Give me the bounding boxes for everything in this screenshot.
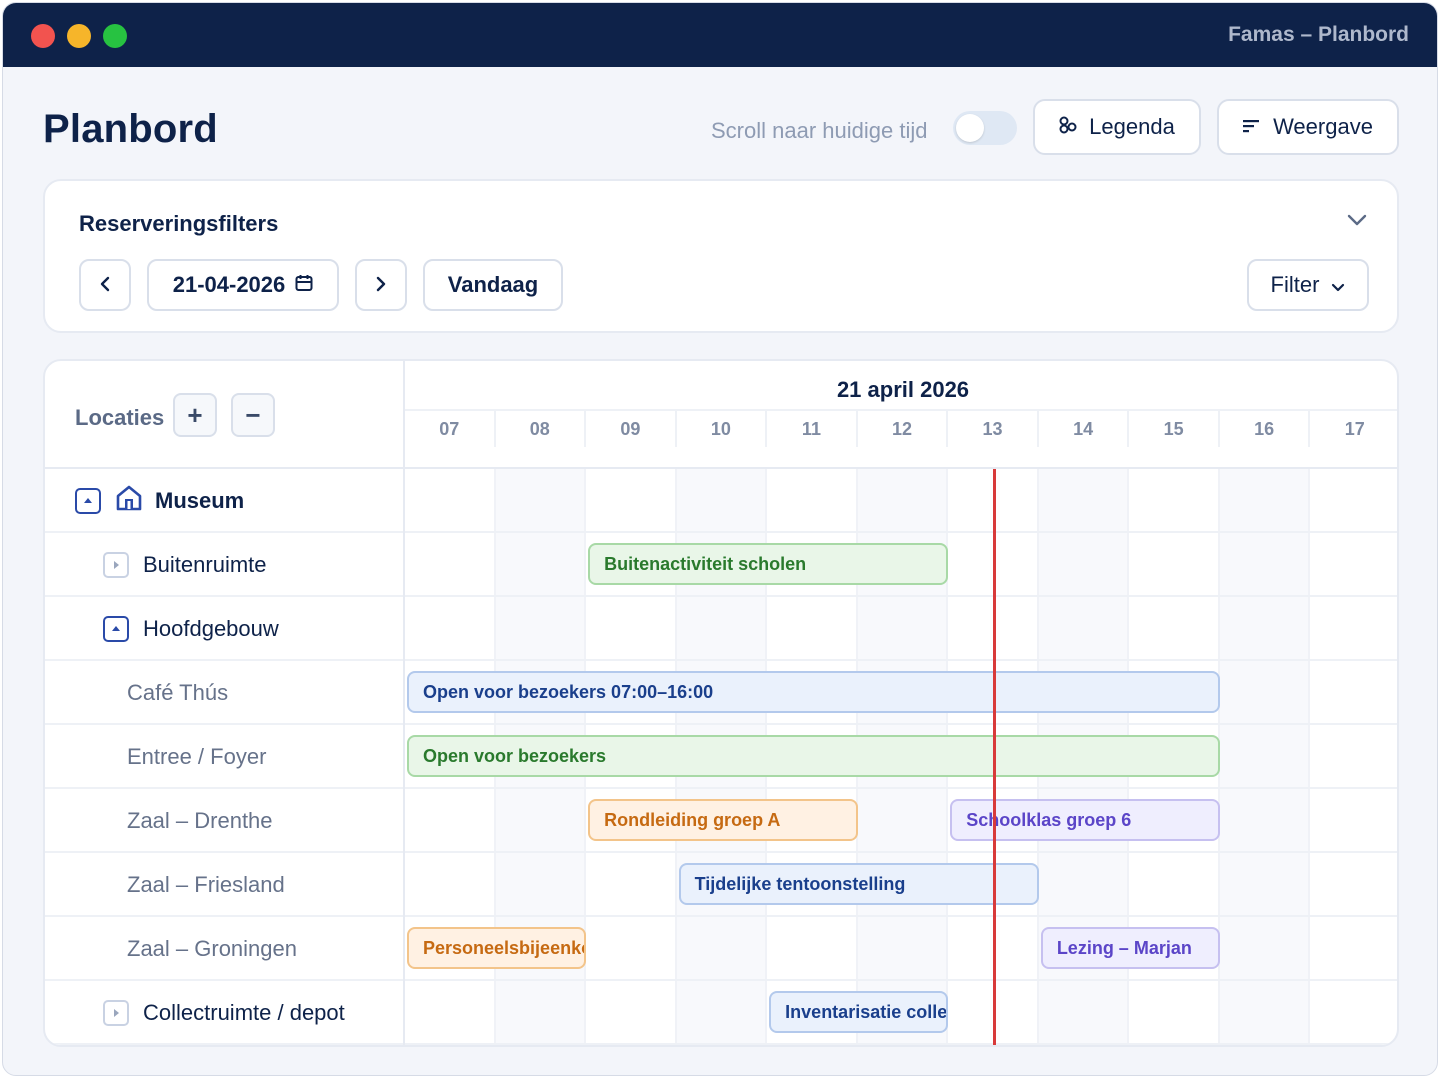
- hour-label: 14: [1039, 411, 1130, 447]
- building-icon: [115, 485, 143, 517]
- timeline-header: 21 april 2026 07 08 09 10 11 12 13 14 15 16 17: [405, 361, 1397, 469]
- location-label: Zaal – Groningen: [45, 917, 405, 981]
- hour-label: 10: [677, 411, 768, 447]
- expand-all-button[interactable]: +: [173, 393, 217, 437]
- hour-label: 07: [405, 411, 496, 447]
- location-label: Museum: [45, 469, 405, 533]
- reservation-event[interactable]: Open voor bezoekers 07:00–16:00: [407, 671, 1220, 713]
- reservation-event[interactable]: Buitenactiviteit scholen: [588, 543, 949, 585]
- location-name: Museum: [155, 488, 245, 513]
- close-window-button[interactable]: [31, 24, 55, 48]
- reservation-filters-panel: Reserveringsfilters 21-04-2026 Vandaag F…: [43, 179, 1399, 333]
- location-name: Collectruimte / depot: [143, 1000, 345, 1025]
- expand-toggle-icon[interactable]: [103, 552, 129, 578]
- chevron-right-icon: [376, 272, 386, 298]
- reservation-event[interactable]: Rondleiding groep A: [588, 799, 858, 841]
- hour-label: 17: [1310, 411, 1397, 447]
- minus-icon: −: [245, 399, 261, 430]
- location-label: Collectruimte / depot: [45, 981, 405, 1045]
- weergave-button[interactable]: Weergave: [1217, 99, 1399, 155]
- weergave-label: Weergave: [1273, 114, 1373, 139]
- reservation-event[interactable]: Open voor bezoekers: [407, 735, 1220, 777]
- scroll-to-now-toggle[interactable]: [953, 111, 1017, 145]
- expand-toggle-icon[interactable]: [103, 1000, 129, 1026]
- legend-icon: [1059, 114, 1077, 140]
- location-label: Entree / Foyer: [45, 725, 405, 789]
- location-label: Zaal – Friesland: [45, 853, 405, 917]
- filter-label: Filter: [1270, 272, 1320, 297]
- hour-label: 08: [496, 411, 587, 447]
- location-label: Zaal – Drenthe: [45, 789, 405, 853]
- locations-title: Locaties: [75, 405, 165, 430]
- hour-label: 16: [1220, 411, 1311, 447]
- planning-board: Locaties + − 21 april 2026 07 08 09 10 11 12 1…: [43, 359, 1399, 1047]
- date-picker-button[interactable]: 21-04-2026: [147, 259, 339, 311]
- hour-label: 12: [858, 411, 949, 447]
- filter-dropdown-button[interactable]: Filter: [1247, 259, 1369, 311]
- title-bar: Famas – Planbord: [3, 3, 1437, 67]
- hour-label: 11: [767, 411, 858, 447]
- location-label: Café Thús: [45, 661, 405, 725]
- page-title: Planbord: [43, 107, 218, 151]
- locations-header: Locaties + −: [45, 361, 405, 469]
- location-name: Zaal – Drenthe: [127, 808, 273, 833]
- location-name: Hoofdgebouw: [143, 616, 279, 641]
- scroll-to-now-label: Scroll naar huidige tijd: [711, 118, 928, 143]
- hour-scale: 07 08 09 10 11 12 13 14 15 16 17: [405, 409, 1397, 447]
- location-label: Hoofdgebouw: [45, 597, 405, 661]
- chevron-left-icon: [100, 272, 110, 298]
- reservation-event[interactable]: Personeelsbijeenko: [407, 927, 587, 969]
- reservation-event[interactable]: Tijdelijke tentoonstelling: [678, 863, 1039, 905]
- sort-lines-icon: [1243, 114, 1261, 140]
- collapse-toggle-icon[interactable]: [103, 616, 129, 642]
- filters-title: Reserveringsfilters: [79, 211, 279, 236]
- app-window: Famas – Planbord Planbord Scroll naar hu…: [2, 2, 1438, 1076]
- location-name: Entree / Foyer: [127, 744, 267, 769]
- timeline-date: 21 april 2026: [836, 377, 970, 402]
- plus-icon: +: [187, 399, 203, 430]
- chevron-down-icon: [1331, 272, 1345, 298]
- location-row: Hoofdgebouw: [45, 597, 1397, 661]
- location-name: Zaal – Friesland: [127, 872, 285, 897]
- previous-day-button[interactable]: [79, 259, 131, 311]
- collapse-filters-chevron-icon[interactable]: [1347, 213, 1367, 231]
- location-name: Zaal – Groningen: [127, 936, 297, 961]
- collapse-toggle-icon[interactable]: [75, 488, 101, 514]
- date-value: 21-04-2026: [172, 272, 286, 297]
- toggle-knob: [956, 114, 984, 142]
- hour-label: 13: [948, 411, 1039, 447]
- reservation-event[interactable]: Lezing – Marjan: [1040, 927, 1220, 969]
- reservation-event[interactable]: Inventarisatie colle: [769, 991, 949, 1033]
- legenda-label: Legenda: [1089, 114, 1175, 139]
- today-button[interactable]: Vandaag: [423, 259, 563, 311]
- next-day-button[interactable]: [355, 259, 407, 311]
- location-label: Buitenruimte: [45, 533, 405, 597]
- location-name: Buitenruimte: [143, 552, 267, 577]
- reservation-event[interactable]: Schoolklas groep 6: [950, 799, 1220, 841]
- legenda-button[interactable]: Legenda: [1033, 99, 1201, 155]
- location-row: Collectruimte / depot: [45, 981, 1397, 1045]
- minimize-window-button[interactable]: [67, 24, 91, 48]
- window-title: Famas – Planbord: [1228, 23, 1409, 46]
- hour-label: 15: [1129, 411, 1220, 447]
- current-time-indicator: [992, 469, 996, 1045]
- collapse-all-button[interactable]: −: [231, 393, 275, 437]
- location-row: Museum: [45, 469, 1397, 533]
- location-name: Café Thús: [127, 680, 229, 705]
- calendar-icon: [295, 272, 313, 298]
- maximize-window-button[interactable]: [103, 24, 127, 48]
- hour-label: 09: [586, 411, 677, 447]
